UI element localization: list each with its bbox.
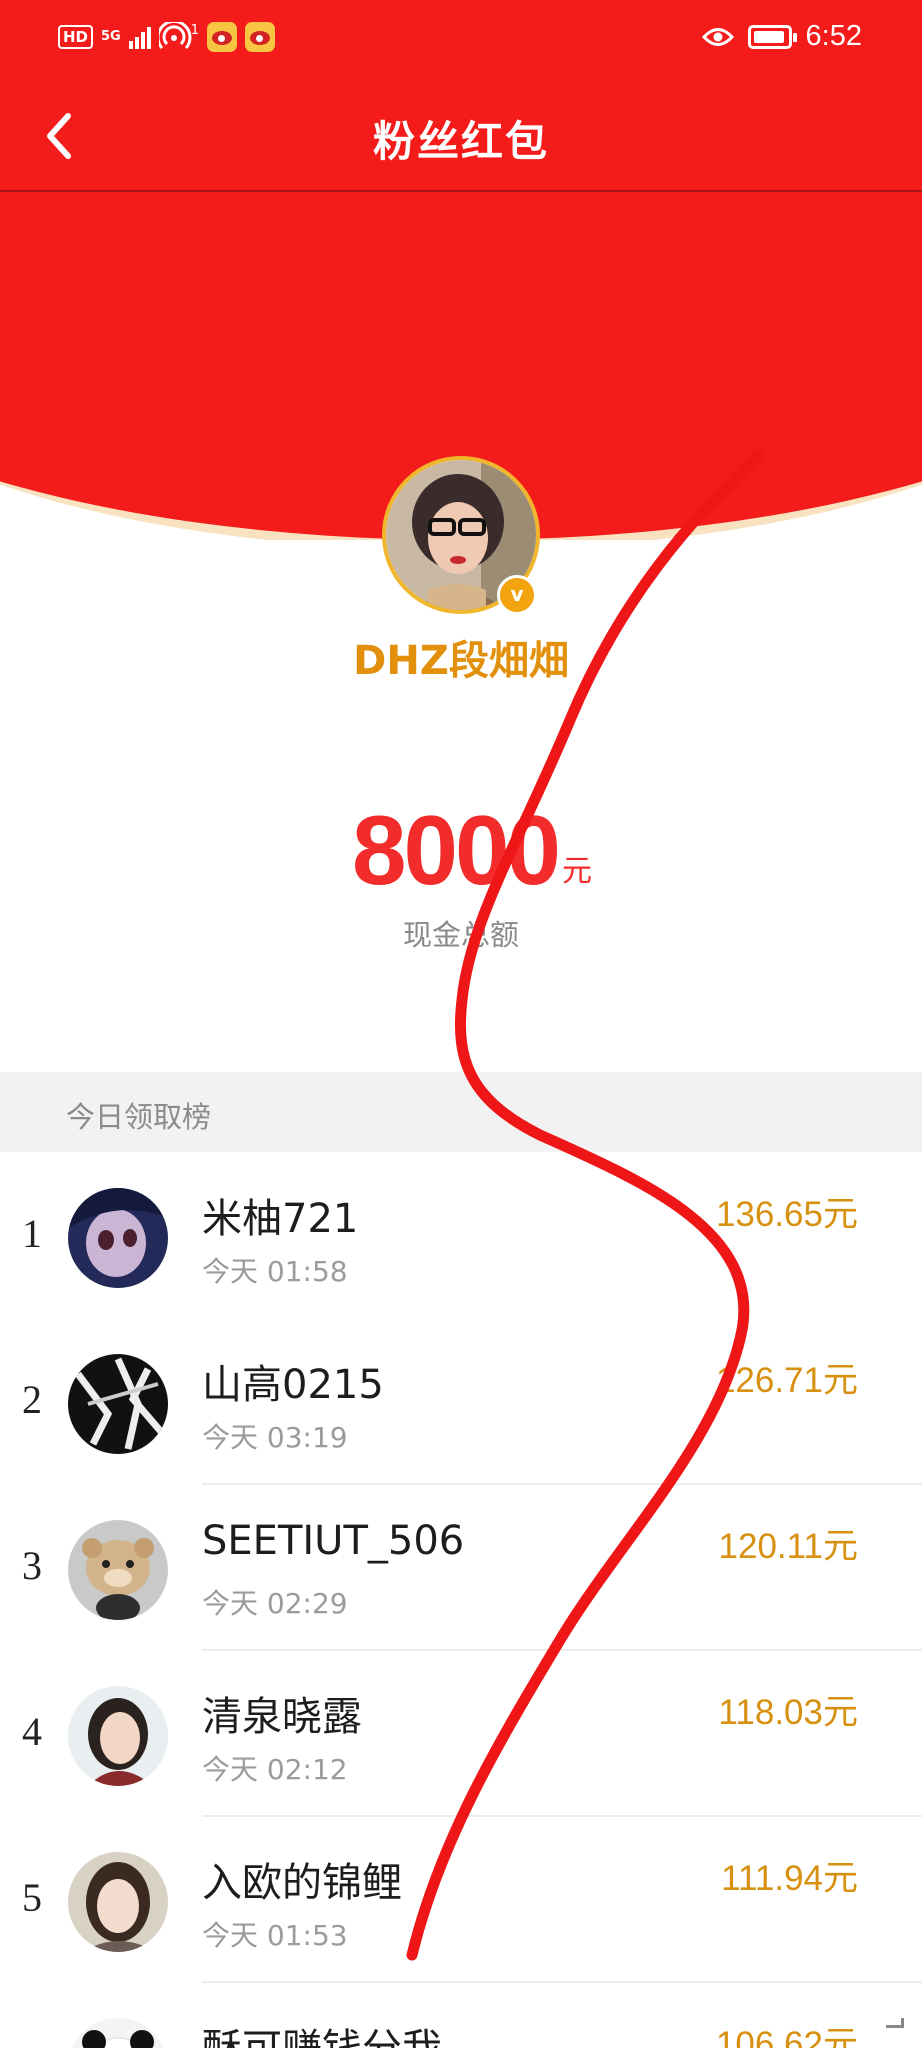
battery-icon xyxy=(747,24,797,49)
clock: 6:52 xyxy=(805,20,862,52)
ranking-row[interactable]: 5 入欧的锦鲤 今天 01:53 111.94元 xyxy=(0,1816,922,1983)
ranking-row[interactable]: 3 SEETIUT_506 今天 02:29 120.11元 xyxy=(0,1484,922,1651)
user-name: 入欧的锦鲤 xyxy=(202,1860,402,1906)
claim-amount: 120.11元 xyxy=(718,1527,858,1566)
signal-icon xyxy=(128,25,151,49)
user-name: 米柚721 xyxy=(202,1196,359,1242)
ranking-row[interactable]: 4 清泉晓露 今天 02:12 118.03元 xyxy=(0,1650,922,1817)
ranking-row[interactable]: 6 酥可赚钱分我… 106.62元 xyxy=(0,1982,922,2048)
user-avatar xyxy=(68,1520,168,1620)
rank-number: 3 xyxy=(22,1543,42,1588)
page-title: 粉丝红包 xyxy=(372,117,549,166)
user-name: 清泉晓露 xyxy=(202,1694,362,1740)
nav-bar: 粉丝红包 xyxy=(0,88,922,188)
nav-divider xyxy=(0,190,922,192)
claim-amount: 106.62元 xyxy=(715,2025,858,2048)
claim-time: 今天 03:19 xyxy=(202,1421,348,1454)
user-name: SEETIUT_506 xyxy=(202,1518,465,1564)
status-bar: HD 5G 1 6:52 xyxy=(0,0,922,80)
claim-time: 今天 02:12 xyxy=(202,1753,348,1786)
status-left: HD 5G 1 xyxy=(58,22,276,52)
hotspot-icon xyxy=(158,22,192,49)
total-amount-unit: 元 xyxy=(562,854,593,889)
status-right: 6:52 xyxy=(701,20,862,53)
claim-amount: 136.65元 xyxy=(715,1195,858,1234)
rank-number: 2 xyxy=(22,1377,42,1422)
resize-handle-icon xyxy=(886,2018,904,2028)
weibo-icon xyxy=(245,22,276,52)
total-amount-label: 现金总额 xyxy=(402,918,519,952)
verified-icon: v xyxy=(497,575,537,615)
user-name: 山高0215 xyxy=(202,1362,384,1408)
rank-number: 5 xyxy=(22,1875,42,1920)
user-avatar xyxy=(68,1686,168,1786)
user-avatar xyxy=(68,1188,168,1288)
claim-time: 今天 01:53 xyxy=(202,1919,348,1952)
rank-number: 4 xyxy=(22,1709,42,1754)
ranking-title: 今日领取榜 xyxy=(66,1100,212,1134)
claim-amount: 118.03元 xyxy=(718,1693,858,1732)
user-name: 酥可赚钱分我… xyxy=(202,2016,482,2048)
user-avatar xyxy=(68,1852,168,1952)
claim-time: 今天 02:29 xyxy=(202,1587,348,1620)
hd-indicator: HD xyxy=(58,25,94,49)
claim-time: 今天 01:58 xyxy=(202,1255,348,1288)
ranking-row[interactable]: 1 米柚721 今天 01:58 136.65元 xyxy=(0,1152,922,1318)
creator-name[interactable]: DHZ段畑畑 xyxy=(0,628,922,686)
ranking-header: 今日领取榜 xyxy=(0,1072,922,1152)
ranking-row[interactable]: 2 山高0215 今天 03:19 126.71元 xyxy=(0,1318,922,1485)
hotspot-count: 1 xyxy=(190,22,200,38)
rank-number: 1 xyxy=(22,1211,42,1256)
eye-icon xyxy=(701,27,734,46)
claim-amount: 111.94元 xyxy=(721,1859,858,1898)
user-avatar xyxy=(68,2018,168,2048)
total-amount-value: 8000 xyxy=(352,795,561,905)
user-avatar xyxy=(68,1354,168,1454)
claim-amount: 126.71元 xyxy=(715,1361,858,1400)
weibo-icon xyxy=(207,22,238,52)
total-amount: 8000 元 xyxy=(352,800,592,900)
network-type: 5G xyxy=(101,29,121,44)
